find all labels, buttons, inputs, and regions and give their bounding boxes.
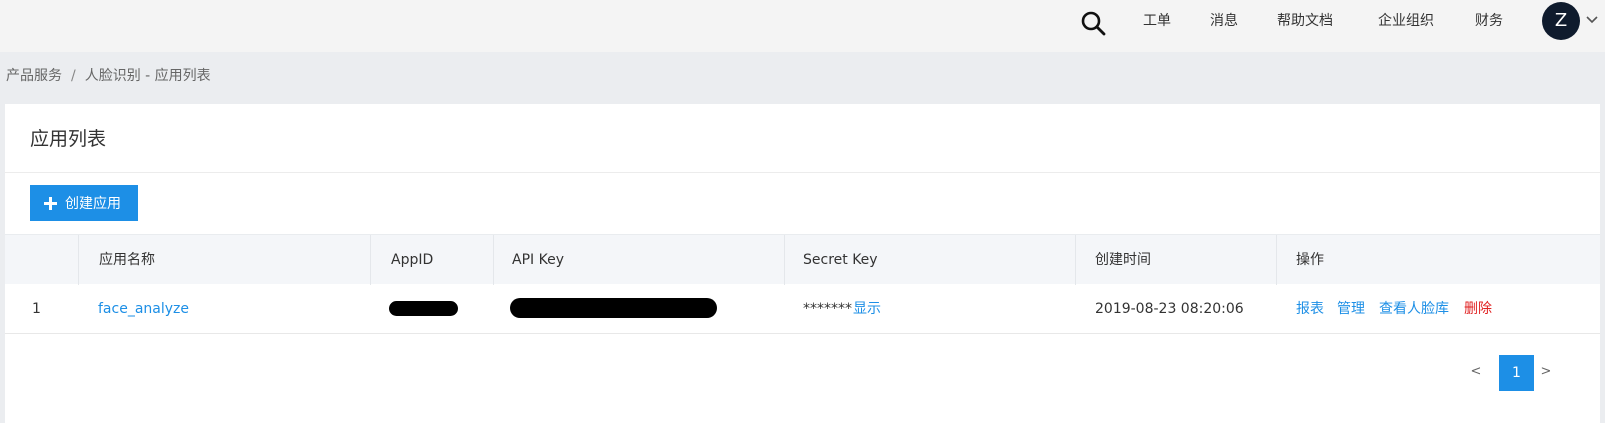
top-navigation-bar: 工单 消息 帮助文档 企业组织 财务 Z xyxy=(0,0,1605,52)
table-row: 1 face_analyze ******* 显示 2019-08-23 08:… xyxy=(5,284,1600,334)
pagination-page-1[interactable]: 1 xyxy=(1499,355,1534,391)
column-divider xyxy=(78,235,79,285)
column-header-actions: 操作 xyxy=(1296,252,1324,268)
column-divider xyxy=(1276,235,1277,285)
breadcrumb-product-services[interactable]: 产品服务 xyxy=(6,68,62,84)
create-app-label: 创建应用 xyxy=(65,195,121,211)
column-header-appid: AppID xyxy=(391,252,434,268)
column-divider xyxy=(784,235,785,285)
avatar[interactable]: Z xyxy=(1542,2,1580,40)
column-header-secret-key: Secret Key xyxy=(803,252,878,268)
breadcrumb-current: 人脸识别 - 应用列表 xyxy=(84,68,211,84)
nav-help-docs[interactable]: 帮助文档 xyxy=(1277,11,1333,31)
row-index: 1 xyxy=(32,301,41,317)
redacted-api-key xyxy=(510,298,717,318)
view-face-library-link[interactable]: 查看人脸库 xyxy=(1379,284,1449,334)
pagination-prev-button[interactable]: < xyxy=(1466,357,1486,387)
app-list-card: 应用列表 创建应用 应用名称 AppID API Key Secret Key … xyxy=(5,104,1600,423)
app-name-link[interactable]: face_analyze xyxy=(98,284,189,334)
chevron-down-icon[interactable] xyxy=(1585,12,1599,26)
nav-finance[interactable]: 财务 xyxy=(1475,11,1503,31)
column-divider xyxy=(370,235,371,285)
nav-tickets[interactable]: 工单 xyxy=(1143,11,1171,31)
show-secret-link[interactable]: 显示 xyxy=(853,284,881,334)
column-header-app-name: 应用名称 xyxy=(99,252,155,268)
divider xyxy=(5,172,1600,173)
page-title: 应用列表 xyxy=(30,128,107,150)
column-header-created-time: 创建时间 xyxy=(1095,252,1151,268)
report-link[interactable]: 报表 xyxy=(1296,284,1324,334)
breadcrumb: 产品服务 / 人脸识别 - 应用列表 xyxy=(6,66,211,86)
redacted-appid xyxy=(389,301,458,316)
column-divider xyxy=(493,235,494,285)
create-app-button[interactable]: 创建应用 xyxy=(30,185,138,221)
nav-enterprise-org[interactable]: 企业组织 xyxy=(1378,11,1434,31)
nav-messages[interactable]: 消息 xyxy=(1210,11,1238,31)
delete-link[interactable]: 删除 xyxy=(1464,284,1492,334)
table-header: 应用名称 AppID API Key Secret Key 创建时间 操作 xyxy=(5,234,1600,285)
search-icon[interactable] xyxy=(1080,10,1106,36)
plus-icon xyxy=(44,196,57,210)
manage-link[interactable]: 管理 xyxy=(1337,284,1365,334)
pagination-next-button[interactable]: > xyxy=(1536,357,1556,387)
secret-key-mask: ******* xyxy=(803,301,852,317)
column-header-api-key: API Key xyxy=(512,252,564,268)
column-divider xyxy=(1075,235,1076,285)
created-time: 2019-08-23 08:20:06 xyxy=(1095,301,1244,317)
breadcrumb-separator: / xyxy=(71,68,76,84)
